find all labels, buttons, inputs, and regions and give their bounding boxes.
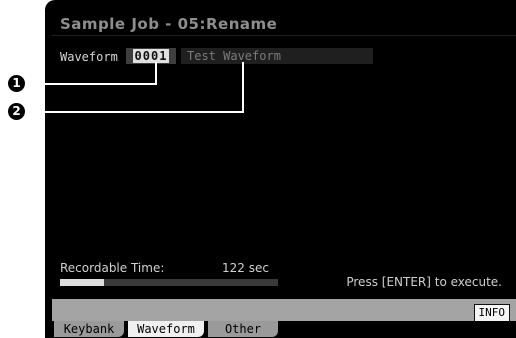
waveform-number-value: 0001	[132, 49, 170, 63]
callout-1-marker: 1	[8, 75, 25, 92]
callout-2-marker: 2	[8, 103, 25, 120]
waveform-label: Waveform	[60, 50, 118, 64]
device-display: Sample Job - 05:Rename Waveform 0001 Tes…	[45, 0, 516, 338]
callout-1-line-h	[22, 83, 156, 85]
recordable-time-meter	[60, 279, 278, 286]
recordable-time-meter-fill	[60, 279, 104, 286]
tab-keybank[interactable]: Keybank	[54, 321, 124, 337]
tab-waveform[interactable]: Waveform	[128, 321, 204, 337]
tab-other[interactable]: Other	[208, 321, 278, 337]
title-divider	[52, 35, 516, 36]
callout-1-line-v	[155, 62, 157, 85]
recordable-time-label: Recordable Time:	[60, 261, 165, 275]
info-bar	[52, 299, 516, 321]
recordable-time-value: 122 sec	[222, 261, 269, 275]
callout-2-line-v	[242, 62, 244, 113]
waveform-number-field[interactable]: 0001	[126, 48, 176, 64]
page-title: Sample Job - 05:Rename	[60, 15, 278, 33]
callout-2-line-h	[22, 111, 243, 113]
execute-prompt: Press [ENTER] to execute.	[346, 275, 502, 289]
lcd-screen: Sample Job - 05:Rename Waveform 0001 Tes…	[52, 7, 516, 338]
waveform-name-field[interactable]: Test Waveform	[181, 48, 373, 64]
info-button[interactable]: INFO	[473, 304, 510, 322]
